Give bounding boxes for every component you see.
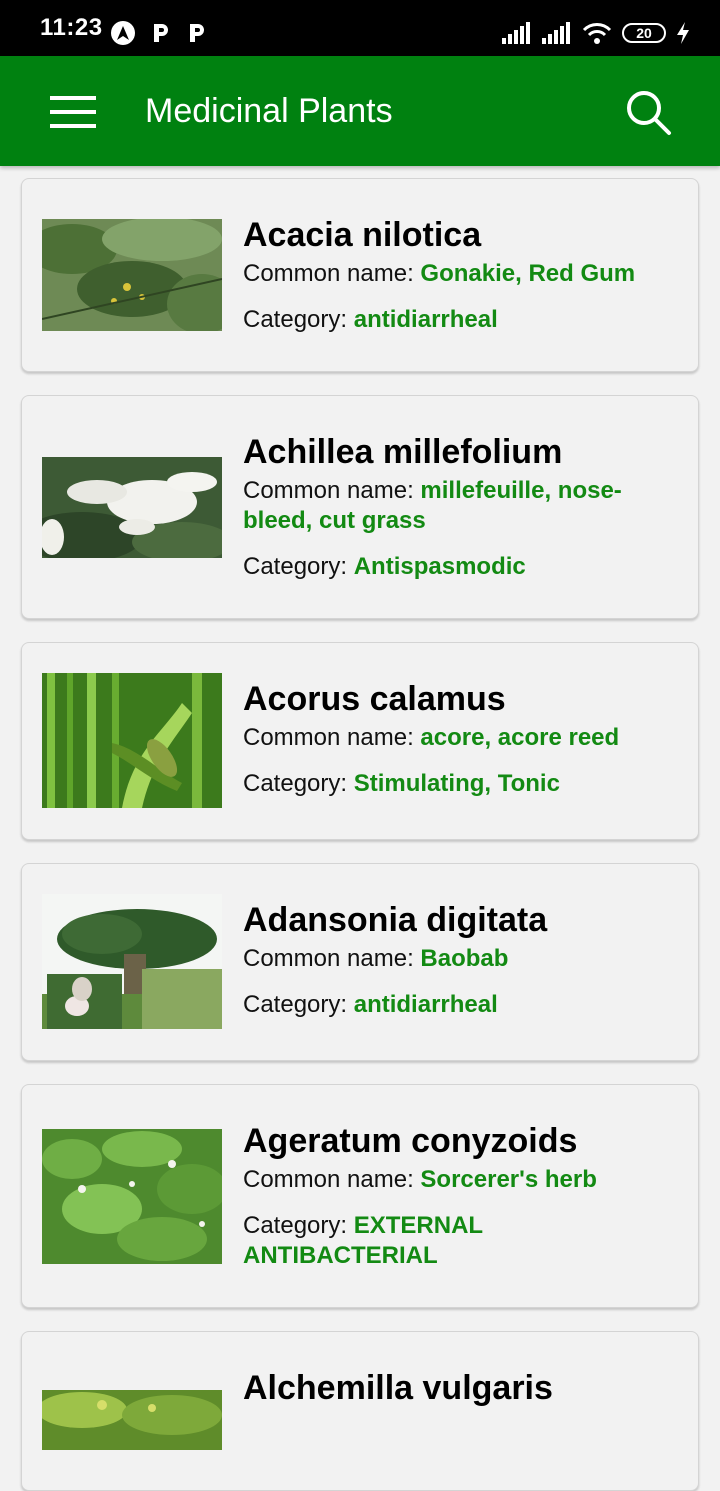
plant-info: Ageratum conyzoids Common name: Sorcerer…	[243, 1121, 678, 1271]
category-label: Category:	[243, 306, 354, 333]
plant-card[interactable]: Adansonia digitata Common name: Baobab C…	[21, 863, 699, 1061]
category-value: antidiarrheal	[353, 991, 498, 1018]
common-name-value: Sorcerer's herb	[420, 1166, 597, 1193]
common-name-row: Common name: millefeuille, nose-bleed, c…	[243, 476, 678, 536]
plant-info: Alchemilla vulgaris	[243, 1368, 678, 1408]
common-name-row: Common name: Gonakie, Red Gum	[243, 259, 678, 289]
charging-bolt-icon	[677, 22, 689, 44]
plant-name: Acorus calamus	[243, 680, 506, 718]
plant-image	[42, 1129, 222, 1264]
plant-card[interactable]: Ageratum conyzoids Common name: Sorcerer…	[21, 1084, 699, 1308]
plant-name: Adansonia digitata	[243, 901, 548, 939]
category-row: Category: antidiarrheal	[243, 990, 678, 1020]
wifi-icon	[582, 23, 612, 44]
common-name-value: acore, acore reed	[420, 724, 620, 751]
common-name-label: Common name:	[243, 260, 421, 287]
parking-app-icon	[190, 24, 204, 42]
search-icon[interactable]	[624, 88, 672, 136]
plant-name: Achillea millefolium	[243, 433, 563, 471]
hamburger-menu-icon[interactable]	[50, 96, 96, 128]
category-label: Category:	[243, 1212, 354, 1239]
common-name-row: Common name: acore, acore reed	[243, 723, 678, 753]
plant-image	[42, 673, 222, 808]
category-value: Stimulating, Tonic	[353, 770, 560, 797]
category-row: Category: antidiarrheal	[243, 305, 678, 335]
plant-image	[42, 1390, 222, 1450]
plant-info: Acacia nilotica Common name: Gonakie, Re…	[243, 215, 678, 335]
status-bar: 11:23 20	[0, 0, 720, 56]
category-label: Category:	[243, 991, 354, 1018]
plant-info: Acorus calamus Common name: acore, acore…	[243, 679, 678, 799]
category-label: Category:	[243, 553, 354, 580]
common-name-value: Gonakie, Red Gum	[420, 260, 636, 287]
common-name-label: Common name:	[243, 724, 421, 751]
category-row: Category: EXTERNAL ANTIBACTERIAL	[243, 1211, 678, 1271]
parking-app-icon	[154, 24, 168, 42]
plant-card[interactable]: Acacia nilotica Common name: Gonakie, Re…	[21, 178, 699, 372]
plant-card[interactable]: Acorus calamus Common name: acore, acore…	[21, 642, 699, 840]
plant-card[interactable]: Alchemilla vulgaris	[21, 1331, 699, 1491]
common-name-label: Common name:	[243, 1166, 421, 1193]
category-label: Category:	[243, 770, 354, 797]
plant-image	[42, 457, 222, 558]
plant-image	[42, 219, 222, 331]
category-value: Antispasmodic	[353, 553, 526, 580]
plant-name: Alchemilla vulgaris	[243, 1369, 553, 1407]
common-name-row: Common name: Baobab	[243, 944, 678, 974]
status-time: 11:23	[40, 14, 103, 41]
plant-info: Adansonia digitata Common name: Baobab C…	[243, 900, 678, 1020]
plant-name: Ageratum conyzoids	[243, 1122, 578, 1160]
cell-signal-icon	[542, 22, 570, 44]
plant-name: Acacia nilotica	[243, 216, 482, 254]
plant-info: Achillea millefolium Common name: millef…	[243, 432, 678, 582]
status-indicators: 20	[502, 20, 690, 46]
common-name-value: Baobab	[420, 945, 509, 972]
category-row: Category: Stimulating, Tonic	[243, 769, 678, 799]
common-name-row: Common name: Sorcerer's herb	[243, 1165, 678, 1195]
page-title: Medicinal Plants	[145, 92, 393, 130]
app-bar: Medicinal Plants	[0, 56, 720, 166]
battery-indicator: 20	[622, 23, 666, 43]
plant-image	[42, 894, 222, 1029]
common-name-label: Common name:	[243, 477, 421, 504]
cell-signal-icon	[502, 22, 530, 44]
category-row: Category: Antispasmodic	[243, 552, 678, 582]
navigation-app-icon	[111, 21, 135, 45]
plant-card[interactable]: Achillea millefolium Common name: millef…	[21, 395, 699, 619]
category-value: antidiarrheal	[353, 306, 498, 333]
common-name-label: Common name:	[243, 945, 421, 972]
